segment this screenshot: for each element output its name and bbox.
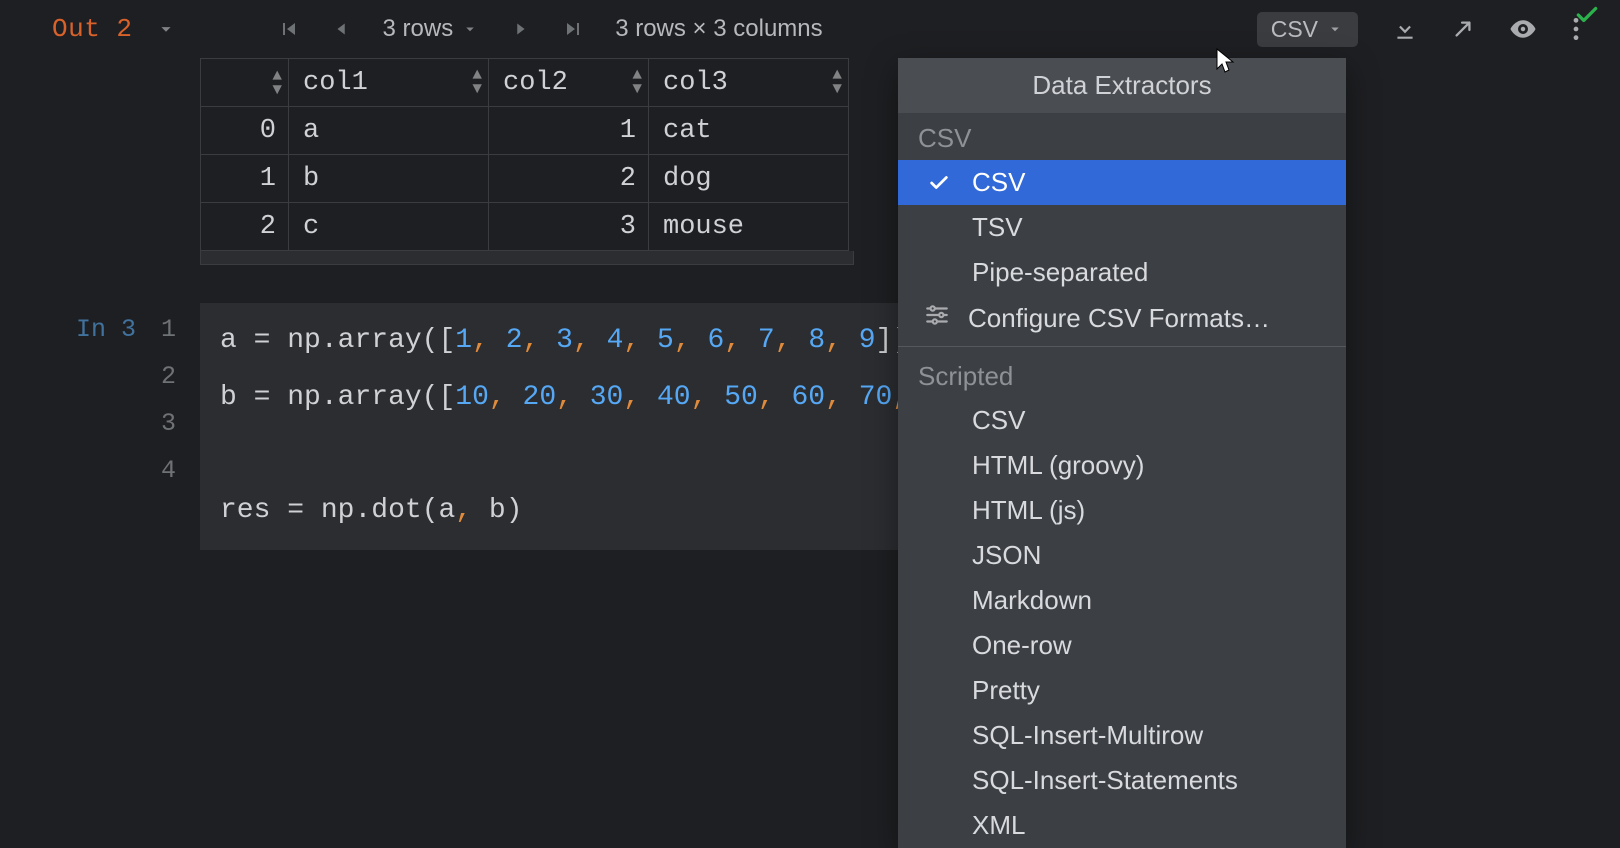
next-page-icon[interactable] bbox=[509, 18, 531, 40]
row-index: 2 bbox=[201, 203, 289, 251]
extractor-label: CSV bbox=[972, 405, 1025, 436]
extractor-label: One-row bbox=[972, 630, 1072, 661]
cell[interactable]: mouse bbox=[649, 203, 849, 251]
extractor-item[interactable]: JSON bbox=[898, 533, 1346, 578]
table-footer bbox=[200, 251, 854, 265]
extractor-label: HTML (js) bbox=[972, 495, 1085, 526]
column-label: col2 bbox=[503, 68, 568, 98]
table-dimensions: 3 rows × 3 columns bbox=[615, 15, 822, 43]
format-dropdown-label: CSV bbox=[1271, 16, 1318, 43]
in-cell-label: In 3 bbox=[76, 315, 136, 344]
cell[interactable]: 3 bbox=[489, 203, 649, 251]
popup-title: Data Extractors bbox=[898, 58, 1346, 113]
download-icon[interactable] bbox=[1392, 16, 1418, 42]
popup-section-csv: CSV bbox=[898, 113, 1346, 160]
extractor-item-pipe[interactable]: Pipe-separated bbox=[898, 250, 1346, 295]
extractor-label: Pretty bbox=[972, 675, 1040, 706]
cell[interactable]: dog bbox=[649, 155, 849, 203]
line-number: 2 bbox=[146, 362, 176, 391]
extractor-item[interactable]: SQL-Insert-Multirow bbox=[898, 713, 1346, 758]
line-number: 3 bbox=[146, 409, 176, 438]
configure-label: Configure CSV Formats… bbox=[968, 303, 1270, 334]
popup-section-scripted: Scripted bbox=[898, 351, 1346, 398]
right-toolbar: CSV bbox=[1257, 0, 1580, 58]
first-page-icon[interactable] bbox=[277, 17, 301, 41]
line-number: 4 bbox=[146, 456, 176, 485]
table-row[interactable]: 1 b 2 dog bbox=[201, 155, 849, 203]
row-index: 1 bbox=[201, 155, 289, 203]
format-dropdown-button[interactable]: CSV bbox=[1257, 12, 1358, 47]
extractor-item[interactable]: Pretty bbox=[898, 668, 1346, 713]
column-header[interactable]: col1 ▲▼ bbox=[289, 59, 489, 107]
column-label: col1 bbox=[303, 68, 368, 98]
extractor-item[interactable]: SQL-Insert-Statements bbox=[898, 758, 1346, 803]
check-icon bbox=[928, 172, 954, 194]
mouse-cursor-icon bbox=[1215, 48, 1237, 83]
last-page-icon[interactable] bbox=[561, 17, 585, 41]
line-number: 1 bbox=[146, 315, 176, 344]
column-label: col3 bbox=[663, 68, 728, 98]
prev-page-icon[interactable] bbox=[331, 18, 353, 40]
row-count-label: 3 rows bbox=[383, 15, 454, 43]
extractor-label: SQL-Insert-Statements bbox=[972, 765, 1238, 796]
index-header[interactable]: ▲▼ bbox=[201, 59, 289, 107]
extractor-label: TSV bbox=[972, 212, 1023, 243]
output-toolbar: Out 2 3 rows 3 rows × 3 columns CSV bbox=[0, 0, 1620, 58]
extractor-label: SQL-Insert-Multirow bbox=[972, 720, 1203, 751]
sliders-icon bbox=[924, 302, 950, 335]
open-external-icon[interactable] bbox=[1452, 18, 1474, 40]
sort-icon: ▲▼ bbox=[272, 69, 276, 97]
extractor-label: Markdown bbox=[972, 585, 1092, 616]
sort-icon: ▲▼ bbox=[832, 68, 836, 96]
line-gutter: 1 2 3 4 bbox=[146, 315, 176, 485]
sort-icon: ▲▼ bbox=[472, 68, 476, 96]
extractor-item[interactable]: CSV bbox=[898, 398, 1346, 443]
row-count-selector[interactable]: 3 rows bbox=[383, 15, 480, 43]
extractor-item[interactable]: One-row bbox=[898, 623, 1346, 668]
table-header-row: ▲▼ col1 ▲▼ col2 ▲▼ col3 ▲▼ bbox=[201, 59, 849, 107]
extractor-label: XML bbox=[972, 810, 1025, 841]
table-row[interactable]: 2 c 3 mouse bbox=[201, 203, 849, 251]
more-icon[interactable] bbox=[1572, 16, 1580, 42]
cell[interactable]: 1 bbox=[489, 107, 649, 155]
extractor-item[interactable]: Markdown bbox=[898, 578, 1346, 623]
extractor-label: HTML (groovy) bbox=[972, 450, 1144, 481]
cell[interactable]: c bbox=[289, 203, 489, 251]
extractor-label: JSON bbox=[972, 540, 1041, 571]
extractor-label: CSV bbox=[972, 167, 1025, 198]
eye-icon[interactable] bbox=[1508, 14, 1538, 44]
data-extractors-popup: Data Extractors CSV CSV TSV Pipe-separat… bbox=[898, 58, 1346, 848]
collapse-output-icon[interactable] bbox=[155, 18, 177, 40]
cell[interactable]: a bbox=[289, 107, 489, 155]
out-cell-label: Out 2 bbox=[52, 14, 133, 44]
column-header[interactable]: col3 ▲▼ bbox=[649, 59, 849, 107]
table-row[interactable]: 0 a 1 cat bbox=[201, 107, 849, 155]
extractor-label: Pipe-separated bbox=[972, 257, 1148, 288]
row-index: 0 bbox=[201, 107, 289, 155]
cell[interactable]: 2 bbox=[489, 155, 649, 203]
extractor-item[interactable]: HTML (js) bbox=[898, 488, 1346, 533]
pager-toolbar: 3 rows 3 rows × 3 columns bbox=[277, 15, 823, 43]
extractor-item[interactable]: XML bbox=[898, 803, 1346, 848]
popup-separator bbox=[898, 346, 1346, 347]
cell[interactable]: b bbox=[289, 155, 489, 203]
sort-icon: ▲▼ bbox=[632, 68, 636, 96]
column-header[interactable]: col2 ▲▼ bbox=[489, 59, 649, 107]
data-table[interactable]: ▲▼ col1 ▲▼ col2 ▲▼ col3 ▲▼ 0 a 1 cat 1 b 2 … bbox=[200, 58, 849, 251]
extractor-item[interactable]: HTML (groovy) bbox=[898, 443, 1346, 488]
extractor-item-tsv[interactable]: TSV bbox=[898, 205, 1346, 250]
configure-csv-item[interactable]: Configure CSV Formats… bbox=[898, 295, 1346, 342]
cell[interactable]: cat bbox=[649, 107, 849, 155]
extractor-item-csv[interactable]: CSV bbox=[898, 160, 1346, 205]
